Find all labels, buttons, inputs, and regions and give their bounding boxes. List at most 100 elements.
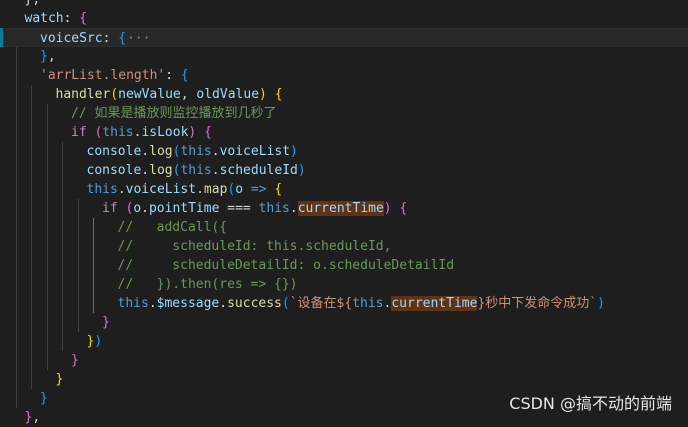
code-token: } [71, 353, 79, 368]
indent-guide [62, 142, 63, 351]
code-token: voiceList [219, 144, 291, 159]
code-token: // scheduleDetailId: o.scheduleDetailId [117, 258, 455, 273]
highlighted-token: currentTime [297, 201, 384, 216]
code-token: voiceList [125, 182, 197, 197]
code-text: console.log(this.voiceList) [87, 142, 298, 161]
code-token: { [118, 31, 127, 46]
code-text: } [56, 370, 64, 389]
code-text: }, [25, 0, 41, 9]
code-text: }) [87, 332, 103, 351]
code-token: => [250, 182, 267, 197]
code-token: . [211, 144, 220, 159]
code-token: watch [24, 11, 64, 26]
code-token: console [86, 163, 142, 178]
code-token: { [204, 125, 212, 140]
code-text: this.$message.success(`设备在${this.current… [118, 294, 605, 313]
code-text: } [40, 389, 48, 408]
code-token: if [102, 201, 118, 216]
code-token: }, [25, 0, 41, 7]
code-token: this [352, 296, 384, 311]
code-token: : [63, 11, 80, 26]
code-token: console [86, 144, 142, 159]
code-token: } [102, 315, 110, 330]
code-token: // }).then(res => {}) [117, 277, 298, 292]
code-token: : [165, 68, 181, 83]
code-line-current[interactable]: voiceSrc: {··· [0, 28, 688, 47]
code-token: ) [383, 201, 392, 216]
code-token: log [149, 163, 173, 178]
code-token: ) [297, 163, 306, 178]
code-token: // 如果是播放则监控播放到几秒了 [71, 106, 277, 121]
code-token: `设备在${ [289, 296, 353, 311]
highlighted-token: currentTime [391, 296, 478, 311]
code-token: ) [94, 334, 103, 349]
indent-guide [46, 104, 48, 370]
code-token: this [258, 201, 290, 216]
code-token: success [227, 296, 282, 311]
code-token: $message [156, 296, 220, 311]
code-token: newValue [118, 87, 181, 102]
code-token: if [71, 125, 87, 140]
code-token: o [235, 182, 244, 197]
code-token: { [274, 87, 283, 102]
code-token: , [32, 410, 41, 425]
code-text: // addCall({ [118, 218, 228, 237]
code-token: , [47, 49, 56, 64]
code-token: this [86, 182, 118, 197]
code-token: // scheduleId: this.scheduleId, [117, 239, 392, 254]
code-token: this [180, 144, 212, 159]
code-token: }秒中下发命令成功` [477, 296, 598, 311]
code-token: . [148, 296, 157, 311]
indent-guide [31, 85, 32, 389]
code-token: voiceSrc [40, 31, 103, 46]
code-token: . [141, 201, 149, 216]
code-token: . [141, 163, 150, 178]
code-token: oldValue [196, 87, 260, 102]
code-token: ) [597, 296, 605, 311]
code-text: if (o.pointTime === this.currentTime) { [102, 199, 407, 218]
code-text: this.voiceList.map(o => { [87, 180, 283, 199]
watermark: CSDN @搞不动的前端 [509, 394, 672, 413]
code-token: map [203, 182, 228, 197]
code-token: log [149, 144, 173, 159]
code-token: ( [281, 296, 290, 311]
code-token: o [133, 201, 142, 216]
code-text: }, [40, 47, 56, 66]
code-token: . [196, 182, 204, 197]
code-text: if (this.isLook) { [71, 123, 212, 142]
code-token: { [399, 201, 408, 216]
code-token: ) [290, 144, 298, 159]
code-token: handler [55, 87, 111, 102]
code-token: ( [110, 87, 119, 102]
indent-guide [15, 28, 17, 408]
code-text: // }).then(res => {}) [118, 275, 298, 294]
code-text: } [102, 313, 110, 332]
code-text: voiceSrc: {··· [40, 29, 152, 48]
code-token: // addCall({ [117, 220, 228, 235]
modified-line-marker [0, 28, 3, 47]
code-token: this [180, 163, 212, 178]
code-editor[interactable]: },watch: {voiceSrc: {···},'arrList.lengt… [0, 0, 688, 425]
fold-ellipsis[interactable]: ··· [126, 31, 151, 46]
code-text: handler(newValue, oldValue) { [56, 85, 283, 104]
code-token: } [40, 391, 48, 406]
code-token: this [117, 296, 149, 311]
code-text: console.log(this.scheduleId) [87, 161, 306, 180]
code-text: } [71, 351, 79, 370]
code-token: } [40, 49, 48, 64]
code-token: . [141, 144, 150, 159]
code-token: this [102, 125, 134, 140]
code-text: // scheduleId: this.scheduleId, [118, 237, 392, 256]
code-token: isLook [141, 125, 189, 140]
code-text: 'arrList.length': { [40, 66, 189, 85]
code-token: scheduleId [219, 163, 298, 178]
code-token: . [289, 201, 298, 216]
code-text: // scheduleDetailId: o.scheduleDetailId [118, 256, 455, 275]
code-text: }, [25, 408, 41, 427]
code-token: } [55, 372, 64, 387]
code-token: { [274, 182, 283, 197]
